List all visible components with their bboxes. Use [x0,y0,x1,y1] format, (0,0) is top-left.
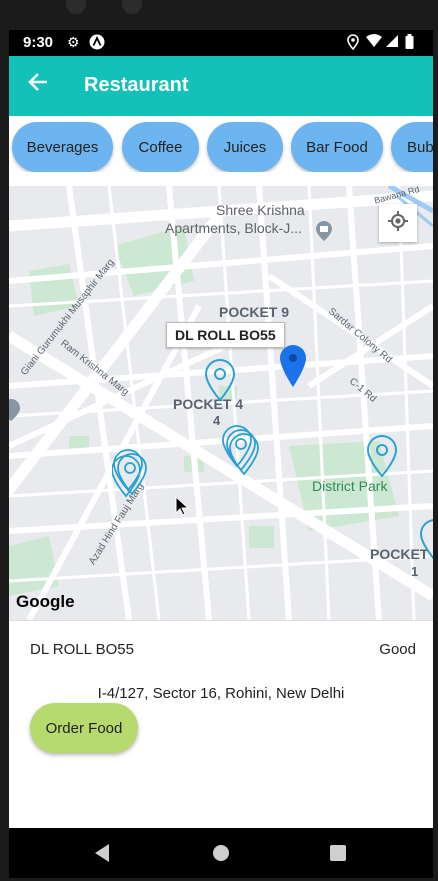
app-bar: Restaurant [9,56,433,116]
category-chip-juices[interactable]: Juices [207,122,283,172]
restaurant-info-panel: DL ROLL BO55 Good I-4/127, Sector 16, Ro… [9,620,433,829]
restaurant-marker-cluster-icon[interactable] [221,424,261,481]
battery-icon [405,34,414,52]
category-chip-bub[interactable]: Bub [391,122,433,172]
category-chip-beverages[interactable]: Beverages [12,122,113,172]
map-view[interactable]: Shree Krishna Apartments, Block-J... POC… [9,186,433,620]
back-arrow-icon[interactable] [27,70,49,98]
category-chip-bar-food[interactable]: Bar Food [291,122,383,172]
category-chip-row: Beverages Coffee Juices Bar Food Bub [9,122,433,172]
my-location-icon [387,210,409,237]
sensor-icon [122,0,142,14]
nav-recents-icon[interactable] [329,843,347,868]
map-label-pocket-number: 1 [411,564,419,579]
google-logo: Google [16,592,75,611]
map-label-apartments: Apartments, Block-J... [165,220,302,236]
map-label-pocket-4-number: 4 [213,413,221,428]
app-notification-icon [89,34,105,53]
nav-back-icon[interactable] [93,843,111,868]
nav-home-icon[interactable] [212,843,230,868]
location-status-icon [347,34,359,53]
marker-info-window[interactable]: DL ROLL BO55 [166,322,285,348]
current-location-pin-icon[interactable] [279,344,307,393]
restaurant-marker-icon[interactable] [419,518,433,567]
category-chip-coffee[interactable]: Coffee [122,122,199,172]
signal-icon [385,34,399,51]
restaurant-name: DL ROLL BO55 [30,641,134,658]
page-title: Restaurant [84,74,189,96]
restaurant-rating: Good [379,641,416,658]
settings-icon: ⚙ [67,34,80,50]
mouse-cursor-icon [175,495,190,521]
status-time: 9:30 [23,34,54,51]
restaurant-marker-icon[interactable] [366,434,398,483]
order-food-button[interactable]: Order Food [30,703,138,753]
map-label-shree-krishna: Shree Krishna [216,202,305,218]
restaurant-marker-icon[interactable] [204,358,236,407]
place-pin-icon [314,220,334,247]
restaurant-address: I-4/127, Sector 16, Rohini, New Delhi [97,685,345,702]
wifi-icon [365,34,383,51]
device-bezel-top [0,0,438,30]
status-bar: 9:30 ⚙ [9,30,433,56]
restaurant-marker-cluster-icon[interactable] [111,448,152,505]
system-navigation-bar [9,828,433,878]
place-pin-icon [9,398,21,427]
map-label-pocket-9: POCKET 9 [219,304,290,320]
my-location-button[interactable] [379,204,417,242]
main-screen: Beverages Coffee Juices Bar Food Bub Shr… [9,116,433,828]
camera-icon [66,0,86,14]
